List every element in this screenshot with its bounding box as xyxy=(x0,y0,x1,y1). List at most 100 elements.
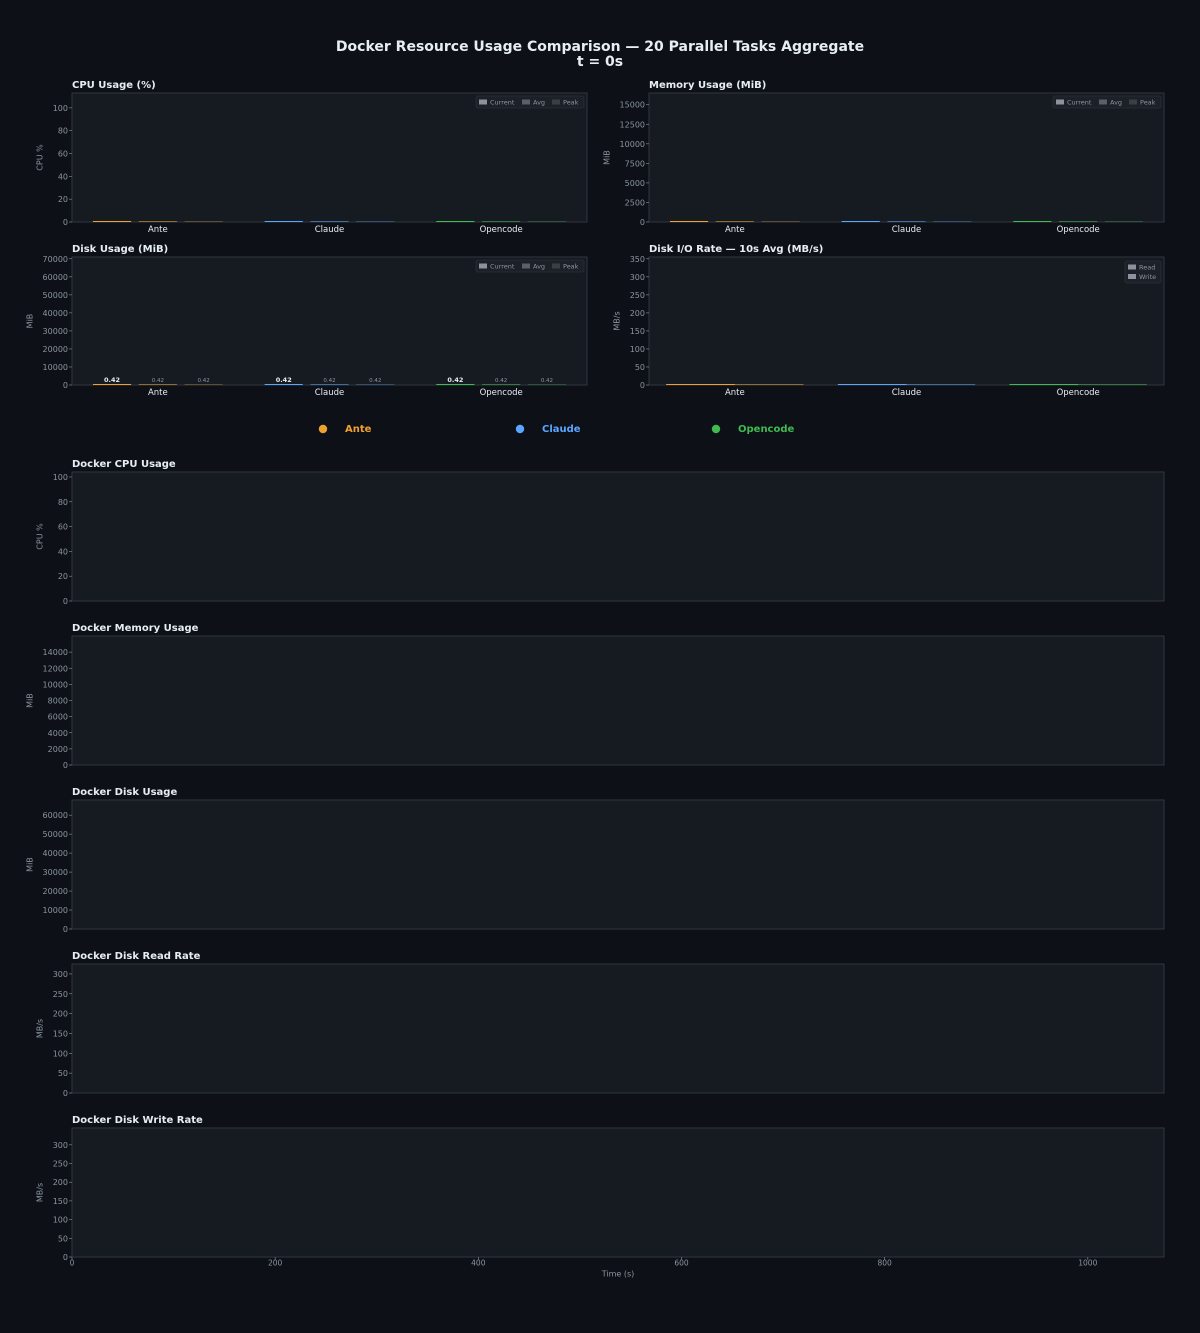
bar-avg xyxy=(310,221,349,222)
legend-label: Peak xyxy=(1140,99,1156,107)
plot-area xyxy=(71,1127,1165,1258)
chart-legend: Current Avg Peak xyxy=(475,95,585,109)
bar-current xyxy=(264,221,303,222)
y-tick-label: 200 xyxy=(53,1178,68,1187)
bar-value-label: 0.42 xyxy=(369,378,381,384)
bar-avg xyxy=(138,221,177,222)
bar-peak xyxy=(527,384,567,385)
x-tick-label: Ante xyxy=(148,225,168,235)
bar-peak xyxy=(356,221,395,222)
legend-label: Ante xyxy=(345,424,372,435)
bar-peak xyxy=(761,221,800,222)
legend-swatch-avg xyxy=(1099,99,1107,105)
figure-title: Docker Resource Usage Comparison — 20 Pa… xyxy=(336,39,864,55)
x-tick-label: 600 xyxy=(674,1259,689,1268)
y-axis-label: CPU % xyxy=(36,523,45,550)
chart-title: Docker Disk Usage xyxy=(72,787,177,798)
bar-peak xyxy=(933,221,972,222)
bar-current xyxy=(841,221,880,222)
legend-label: Avg xyxy=(533,263,545,271)
bar-peak xyxy=(184,221,223,222)
y-tick-label: 12500 xyxy=(620,120,645,129)
y-tick-label: 50000 xyxy=(43,291,68,300)
y-tick-label: 200 xyxy=(53,1010,68,1019)
y-tick-label: 40000 xyxy=(43,849,68,858)
y-tick-label: 0 xyxy=(63,761,68,770)
legend-swatch-peak xyxy=(1129,99,1137,105)
bar-value-label: 0.42 xyxy=(152,378,164,384)
y-tick-label: 15000 xyxy=(620,101,645,110)
y-tick-label: 20 xyxy=(58,195,68,204)
bar-write xyxy=(906,384,976,385)
y-axis-label: MB/s xyxy=(36,1019,45,1038)
plot-area xyxy=(71,799,1165,930)
bar-value-label: 0.42 xyxy=(541,378,553,384)
plot-area xyxy=(71,92,588,223)
y-tick-label: 300 xyxy=(53,970,68,979)
x-tick-label: Opencode xyxy=(1057,388,1100,398)
y-tick-label: 70000 xyxy=(43,255,68,264)
legend-label: Peak xyxy=(563,263,579,271)
x-tick-label: Opencode xyxy=(480,388,523,398)
chart-io_bar: Disk I/O Rate — 10s Avg (MB/s) 0 50 100 150 2… xyxy=(613,244,1165,398)
y-tick-label: 60000 xyxy=(43,273,68,282)
y-tick-label: 12000 xyxy=(43,664,68,673)
y-tick-label: 0 xyxy=(63,1253,68,1262)
y-tick-label: 10000 xyxy=(43,680,68,689)
bar-current xyxy=(436,384,475,385)
bar-current xyxy=(264,384,303,385)
y-tick-label: 300 xyxy=(630,273,645,282)
chart-mem_ts: Docker Memory Usage 0 2000 4000 6000 8000 1000… xyxy=(26,623,1165,770)
y-tick-label: 300 xyxy=(53,1141,68,1150)
legend-label: Peak xyxy=(563,99,579,107)
y-tick-label: 50 xyxy=(58,1069,68,1078)
bar-current xyxy=(669,221,709,222)
y-tick-label: 6000 xyxy=(48,713,68,722)
y-tick-label: 100 xyxy=(53,473,68,482)
figure-subtitle: t = 0s xyxy=(577,54,623,70)
y-tick-label: 200 xyxy=(630,309,645,318)
bar-avg xyxy=(482,221,521,222)
plot-area xyxy=(71,635,1165,766)
legend-label: Claude xyxy=(542,424,581,435)
x-tick-label: Ante xyxy=(725,225,745,235)
y-axis-label: MB/s xyxy=(613,311,622,330)
y-tick-label: 0 xyxy=(63,381,68,390)
y-tick-label: 50 xyxy=(58,1234,68,1243)
chart-mem_bar: Memory Usage (MiB) 0 2500 5000 7500 10000 1250… xyxy=(603,80,1165,235)
chart-title: Docker Disk Read Rate xyxy=(72,951,201,962)
y-tick-label: 100 xyxy=(53,104,68,113)
plot-area xyxy=(648,256,1165,386)
y-tick-label: 10000 xyxy=(620,140,645,149)
legend-dot xyxy=(318,424,328,434)
y-tick-label: 60000 xyxy=(43,811,68,820)
bar-current xyxy=(1013,221,1052,222)
x-tick-label: Ante xyxy=(725,388,745,398)
chart-title: Disk Usage (MiB) xyxy=(72,244,168,255)
x-tick-label: Opencode xyxy=(480,225,523,235)
chart-legend: Current Avg Peak xyxy=(1052,95,1162,109)
y-tick-label: 20000 xyxy=(43,887,68,896)
legend-swatch-current xyxy=(479,263,487,269)
y-axis-label: MB/s xyxy=(36,1183,45,1202)
bar-value-label: 0.42 xyxy=(276,376,292,384)
bar-avg xyxy=(138,384,177,385)
legend-label: Avg xyxy=(533,99,545,107)
legend-swatch-current xyxy=(479,99,487,105)
y-axis-label: MiB xyxy=(26,693,35,708)
bar-peak xyxy=(1104,221,1144,222)
y-tick-label: 14000 xyxy=(43,648,68,657)
bar-read xyxy=(1009,384,1079,385)
chart-disk_bar: Disk Usage (MiB) 0 10000 20000 30000 40000 500… xyxy=(26,244,588,398)
bar-avg xyxy=(887,221,926,222)
y-tick-label: 40 xyxy=(58,547,68,556)
legend-label: Current xyxy=(1067,99,1092,107)
y-axis-label: CPU % xyxy=(36,144,45,171)
legend-item-ante: Ante xyxy=(318,424,372,435)
y-tick-label: 30000 xyxy=(43,327,68,336)
legend-label: Current xyxy=(490,99,515,107)
y-tick-label: 2000 xyxy=(48,745,68,754)
bar-value-label: 0.42 xyxy=(197,378,209,384)
y-tick-label: 0 xyxy=(640,381,645,390)
y-tick-label: 150 xyxy=(53,1197,68,1206)
